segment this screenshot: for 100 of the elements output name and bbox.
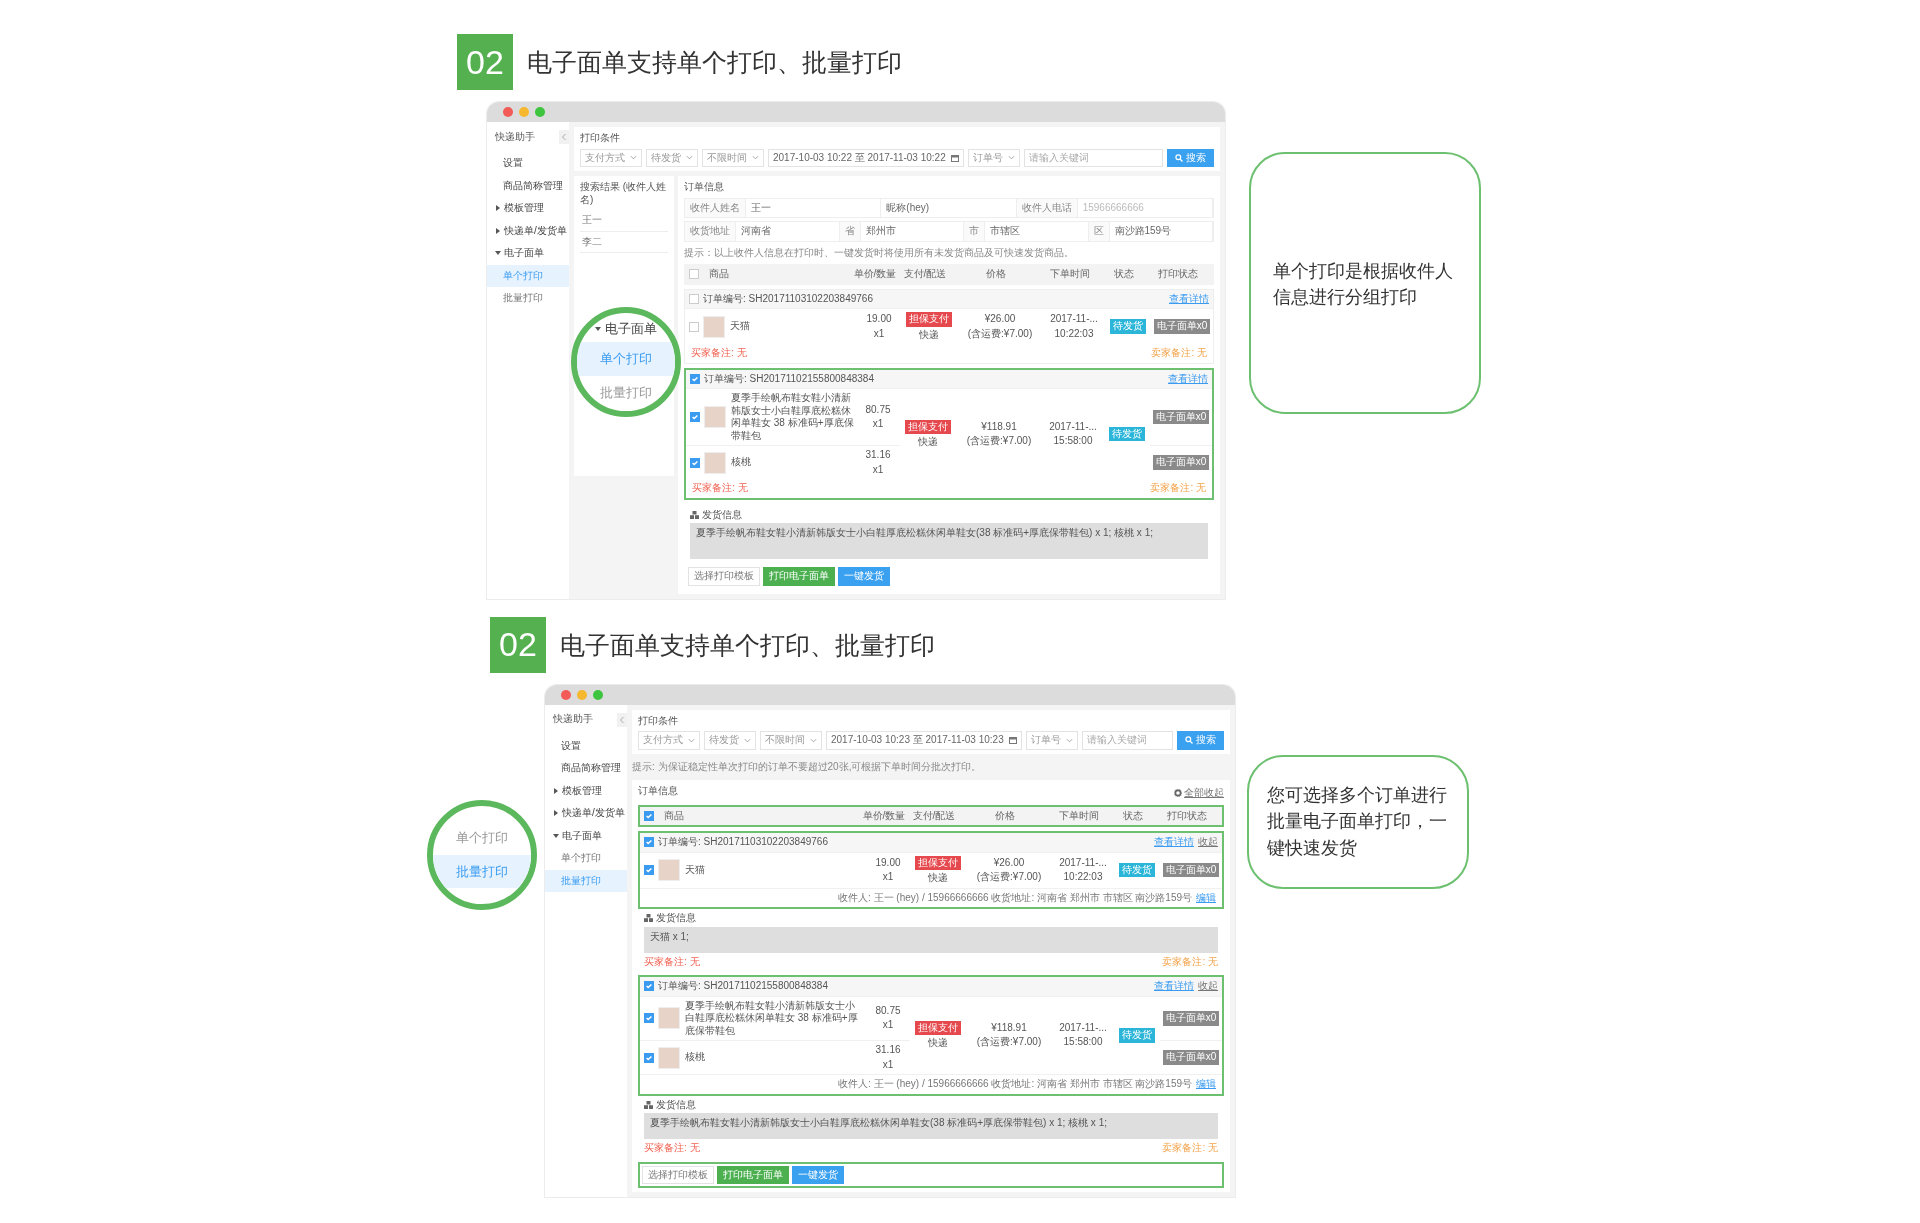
order-total: ¥118.91 xyxy=(981,420,1017,433)
field-value[interactable]: 昵称(hey) xyxy=(881,198,1017,217)
column-header: 商品 xyxy=(708,268,730,281)
column-header: 价格 xyxy=(985,268,1007,281)
callout-text: 单个打印是根据收件人信息进行分组打印 xyxy=(1273,260,1454,310)
collapse-button[interactable] xyxy=(559,130,569,144)
order-date: 2017-11-... xyxy=(1059,1021,1107,1035)
ship-button[interactable]: 一键发货 xyxy=(838,567,890,586)
checkbox[interactable] xyxy=(644,865,654,875)
collapse-link[interactable]: 收起 xyxy=(1198,980,1218,993)
print-button[interactable]: 打印电子面单 xyxy=(717,1165,789,1184)
result-item[interactable]: 王一 xyxy=(580,210,668,232)
result-item[interactable]: 李二 xyxy=(580,231,668,253)
checkbox[interactable] xyxy=(689,293,699,304)
close-button[interactable] xyxy=(503,107,513,117)
minimize-button[interactable] xyxy=(519,107,529,117)
dropdown[interactable]: 待发货 xyxy=(704,731,756,750)
checkbox[interactable] xyxy=(644,981,654,992)
order-number: 订单编号: SH20171103102203849766 xyxy=(703,292,873,305)
checkbox[interactable] xyxy=(644,810,654,821)
callout-text: 您可选择多个订单进行批量电子面单打印，一键快速发货 xyxy=(1267,784,1448,860)
search-button[interactable]: 搜索 xyxy=(1167,148,1214,167)
dropdown[interactable]: 不限时间 xyxy=(760,731,822,750)
menu-heading: 电子面单 xyxy=(605,319,657,338)
sidebar-item[interactable]: 商品简称管理 xyxy=(487,174,569,197)
photo-placeholder xyxy=(704,406,726,428)
edit-link[interactable]: 编辑 xyxy=(1196,891,1216,904)
product-name: 核桃 xyxy=(731,456,751,469)
dropdown[interactable]: 不限时间 xyxy=(702,148,764,167)
detail-link[interactable]: 查看详情 xyxy=(1169,292,1209,305)
checkbox[interactable] xyxy=(690,457,700,468)
menu-item[interactable]: 批量打印 xyxy=(577,375,675,410)
column-header: 支付/配送 xyxy=(902,268,948,281)
sidebar-item[interactable]: 商品简称管理 xyxy=(545,757,627,780)
field-value[interactable]: 南沙路159号 xyxy=(1109,222,1213,241)
sidebar-item[interactable]: 单个打印 xyxy=(545,847,627,870)
search-button[interactable]: 搜索 xyxy=(1177,731,1224,750)
close-button[interactable] xyxy=(561,689,571,700)
field-label: 收货地址 xyxy=(685,222,736,241)
column-header: 单价/数量 xyxy=(862,809,906,822)
dropdown[interactable]: 订单号 xyxy=(967,148,1020,167)
checkbox[interactable] xyxy=(644,1052,654,1063)
print-status-badge: 电子面单x0 xyxy=(1152,455,1210,470)
maximize-button[interactable] xyxy=(593,689,603,700)
sidebar-item[interactable]: 电子面单 xyxy=(487,242,569,265)
collapse-all-link[interactable]: 全部收起 xyxy=(1174,786,1224,799)
print-status-badge: 电子面单x0 xyxy=(1162,1050,1220,1065)
field-value[interactable]: 市辖区 xyxy=(985,222,1089,241)
checkbox[interactable] xyxy=(689,321,699,332)
minimize-button[interactable] xyxy=(577,689,587,700)
menu-item[interactable]: 单个打印 xyxy=(433,821,531,855)
sidebar-item[interactable]: 模板管理 xyxy=(545,779,627,802)
field-value[interactable]: 河南省 xyxy=(736,222,840,241)
number-badge: 02 xyxy=(457,34,513,90)
chevron-left-icon xyxy=(619,715,625,724)
search-field[interactable]: 请输入关键词 xyxy=(1081,731,1173,750)
collapse-link[interactable]: 收起 xyxy=(1198,836,1218,849)
sidebar-item[interactable]: 快递单/发货单 xyxy=(545,802,627,825)
field-value[interactable]: 王一 xyxy=(746,198,882,217)
checkbox[interactable] xyxy=(689,269,699,280)
caret-icon xyxy=(744,737,751,743)
maximize-button[interactable] xyxy=(535,107,545,117)
panel-title: 订单信息 xyxy=(638,784,678,798)
dropdown[interactable]: 待发货 xyxy=(646,148,698,167)
sidebar-item[interactable]: 设置 xyxy=(487,152,569,175)
column-header: 下单时间 xyxy=(1058,809,1100,822)
search-field[interactable]: 请输入关键词 xyxy=(1023,148,1163,167)
order-time: 10:22:03 xyxy=(1063,871,1103,884)
menu-item[interactable]: 批量打印 xyxy=(433,854,531,888)
detail-link[interactable]: 查看详情 xyxy=(1154,836,1194,849)
detail-link[interactable]: 查看详情 xyxy=(1168,372,1208,385)
sidebar-item[interactable]: 电子面单 xyxy=(545,824,627,847)
checkbox[interactable] xyxy=(690,373,700,384)
field-value[interactable]: 15966666666 xyxy=(1077,198,1213,217)
sidebar-item[interactable]: 单个打印 xyxy=(487,264,569,287)
sidebar-item[interactable]: 设置 xyxy=(545,734,627,757)
dropdown[interactable]: 支付方式 xyxy=(638,731,700,750)
date-range-field[interactable]: 2017-10-03 10:23 至 2017-11-03 10:23 xyxy=(826,731,1022,750)
sidebar-item[interactable]: 批量打印 xyxy=(487,287,569,310)
column-header: 单价/数量 xyxy=(853,268,897,281)
quantity: x1 xyxy=(873,327,885,340)
dropdown[interactable]: 订单号 xyxy=(1025,731,1078,750)
column-header: 状态 xyxy=(1122,809,1144,822)
detail-link[interactable]: 查看详情 xyxy=(1154,980,1194,993)
sidebar-item[interactable]: 快递单/发货单 xyxy=(487,219,569,242)
menu-item[interactable]: 单个打印 xyxy=(577,342,675,376)
ship-button[interactable]: 一键发货 xyxy=(792,1165,844,1184)
collapse-button[interactable] xyxy=(617,712,627,727)
date-range-field[interactable]: 2017-10-03 10:22 至 2017-11-03 10:22 xyxy=(768,148,964,167)
order-total: ¥118.91 xyxy=(991,1021,1027,1035)
sidebar-item[interactable]: 模板管理 xyxy=(487,197,569,220)
checkbox[interactable] xyxy=(690,412,700,422)
checkbox[interactable] xyxy=(644,837,654,848)
caret-icon xyxy=(688,737,695,743)
dropdown[interactable]: 支付方式 xyxy=(580,148,642,167)
edit-link[interactable]: 编辑 xyxy=(1196,1078,1216,1091)
print-button[interactable]: 打印电子面单 xyxy=(763,567,835,586)
checkbox[interactable] xyxy=(644,1013,654,1024)
sidebar-item[interactable]: 批量打印 xyxy=(545,869,627,892)
panel-title: 搜索结果 (收件人姓名) xyxy=(580,180,668,207)
